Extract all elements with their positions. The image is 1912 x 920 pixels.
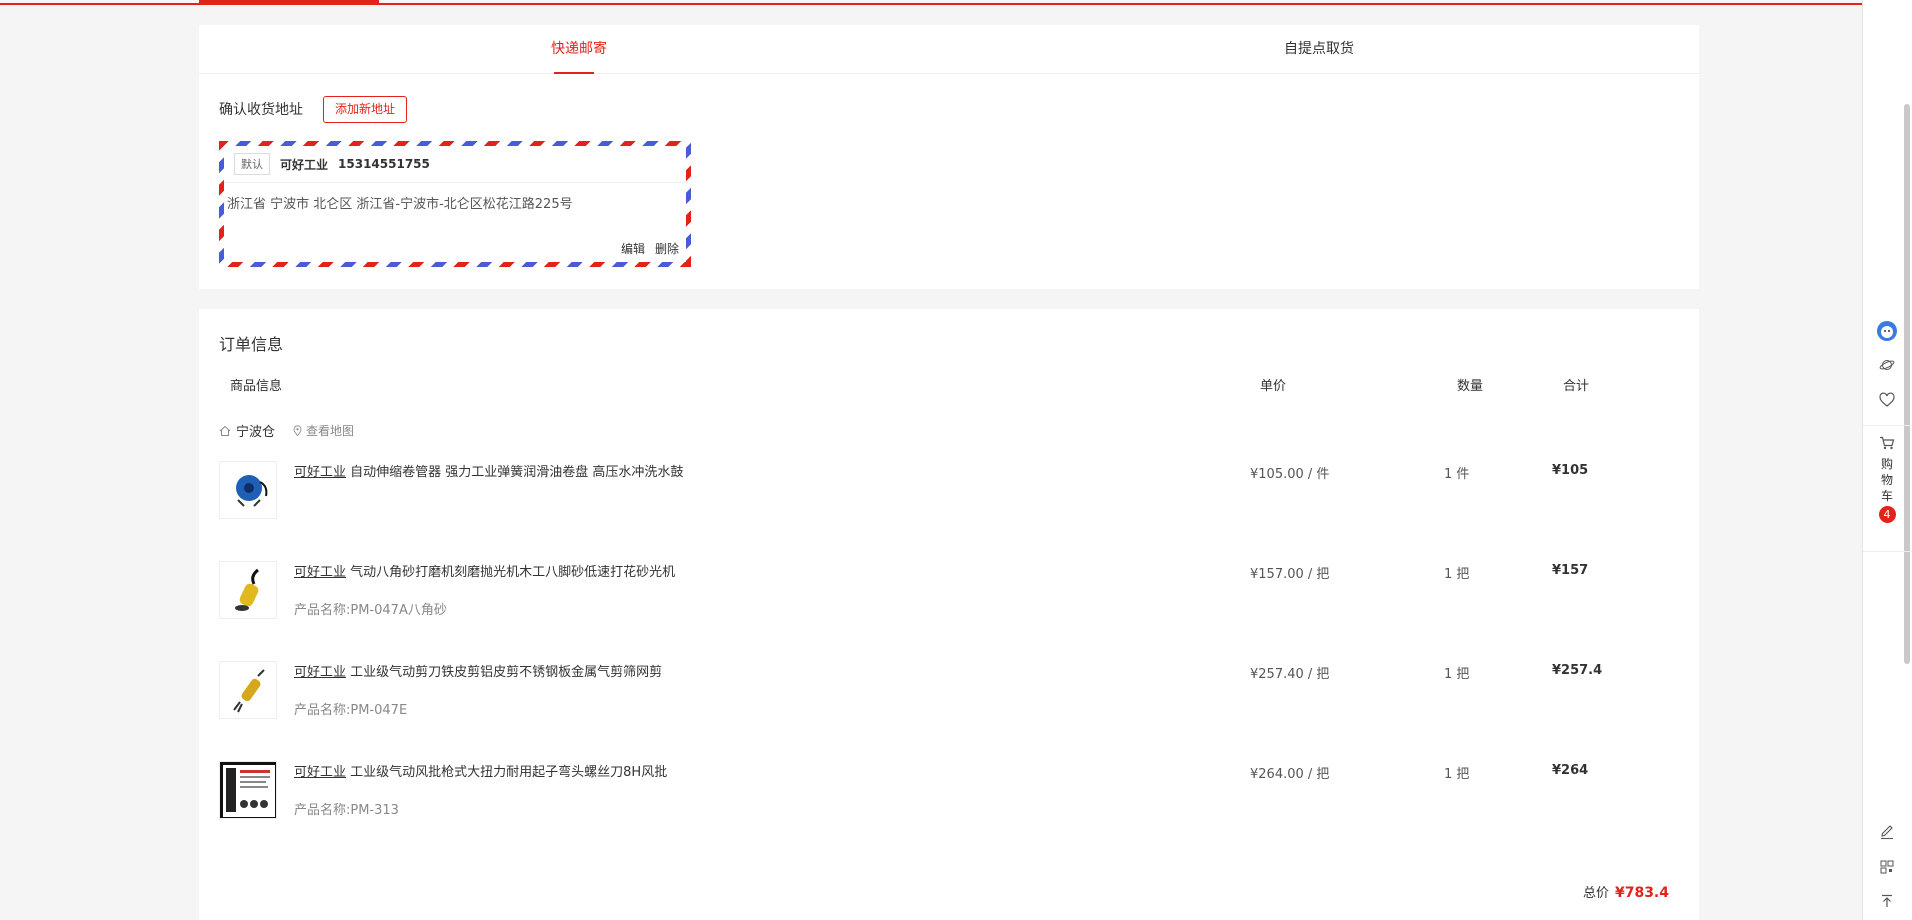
column-price: 单价	[1260, 379, 1287, 394]
item-qty: 1 把	[1444, 567, 1470, 582]
item-price: ¥157.00 / 把	[1250, 567, 1330, 582]
qrcode-icon[interactable]	[1876, 856, 1898, 878]
address-card-inner: 默认 可好工业 15314551755 浙江省 宁波市 北仑区 浙江省-宁波市-…	[224, 146, 686, 262]
edit-icon[interactable]	[1876, 821, 1898, 843]
tab-pickup-label: 自提点取货	[1284, 41, 1354, 57]
total-label: 总价	[1582, 886, 1609, 901]
item-price: ¥257.40 / 把	[1250, 667, 1330, 682]
item-name[interactable]: 可好工业 工业级气动风批枪式大扭力耐用起子弯头螺丝刀8H风批	[294, 761, 667, 780]
order-item: 可好工业 气动八角砂打磨机刻磨抛光机木工八脚砂低速打花砂光机 产品名称:PM-0…	[219, 561, 1679, 641]
item-subtitle: 产品名称:PM-047E	[294, 703, 408, 718]
view-map-label: 查看地图	[306, 424, 355, 438]
item-total: ¥257.4	[1552, 663, 1603, 678]
item-qty: 1 把	[1444, 667, 1470, 682]
cart-label: 购物车	[1880, 457, 1893, 503]
add-address-button[interactable]: 添加新地址	[323, 95, 408, 123]
order-item: 可好工业 自动伸缩卷管器 强力工业弹簧润滑油卷盘 高压水冲洗水鼓 ¥105.00…	[219, 461, 1679, 541]
item-price: ¥105.00 / 件	[1250, 467, 1330, 482]
heart-icon[interactable]	[1876, 389, 1898, 411]
item-brand: 可好工业	[294, 465, 347, 480]
order-item: 可好工业 工业级气动剪刀铁皮剪铝皮剪不锈钢板金属气剪筛网剪 产品名称:PM-04…	[219, 661, 1679, 741]
home-icon	[219, 425, 231, 437]
item-title: 工业级气动风批枪式大扭力耐用起子弯头螺丝刀8H风批	[346, 765, 668, 780]
item-title: 自动伸缩卷管器 强力工业弹簧润滑油卷盘 高压水冲洗水鼓	[346, 465, 684, 480]
warehouse-row: 宁波仓 查看地图	[219, 421, 354, 440]
address-phone: 15314551755	[338, 157, 430, 171]
item-name[interactable]: 可好工业 气动八角砂打磨机刻磨抛光机木工八脚砂低速打花砂光机	[294, 561, 675, 580]
order-title: 订单信息	[219, 335, 284, 354]
item-name[interactable]: 可好工业 自动伸缩卷管器 强力工业弹簧润滑油卷盘 高压水冲洗水鼓	[294, 461, 683, 480]
planet-icon[interactable]	[1876, 354, 1898, 376]
item-qty: 1 件	[1444, 467, 1470, 482]
column-total: 合计	[1563, 379, 1590, 394]
total-value: ¥783.4	[1614, 885, 1669, 901]
item-subtitle: 产品名称:PM-047A八角砂	[294, 603, 447, 618]
order-card: 订单信息 商品信息 单价 数量 合计 宁波仓 查看地图 可好工业 自动伸缩卷管器…	[199, 309, 1699, 920]
warehouse-name: 宁波仓	[236, 425, 276, 440]
address-actions: 编辑 删除	[621, 240, 679, 257]
column-product: 商品信息	[230, 379, 283, 394]
map-pin-icon	[293, 425, 302, 436]
item-total: ¥264	[1552, 763, 1589, 778]
address-header: 确认收货地址 添加新地址	[219, 95, 408, 123]
column-qty: 数量	[1457, 379, 1484, 394]
item-title: 气动八角砂打磨机刻磨抛光机木工八脚砂低速打花砂光机	[346, 565, 676, 580]
item-total: ¥105	[1552, 463, 1589, 478]
sidebar-divider	[1863, 551, 1912, 552]
screwdriver-kit-icon[interactable]	[219, 761, 277, 819]
sidebar-cart[interactable]: 购物车 4	[1875, 435, 1899, 523]
order-total: 总价 ¥783.4	[1583, 882, 1669, 901]
delete-address-link[interactable]: 删除	[655, 240, 679, 257]
air-shear-icon[interactable]	[219, 661, 277, 719]
item-name[interactable]: 可好工业 工业级气动剪刀铁皮剪铝皮剪不锈钢板金属气剪筛网剪	[294, 661, 662, 680]
address-detail: 浙江省 宁波市 北仑区 浙江省-宁波市-北仑区松花江路225号	[227, 197, 573, 212]
hose-reel-icon[interactable]	[219, 461, 277, 519]
edit-address-link[interactable]: 编辑	[621, 240, 645, 257]
cart-icon	[1880, 436, 1895, 450]
item-brand: 可好工业	[294, 765, 347, 780]
scrollbar-thumb[interactable]	[1904, 104, 1910, 664]
view-map-link[interactable]: 查看地图	[293, 422, 354, 439]
air-sander-icon[interactable]	[219, 561, 277, 619]
item-total: ¥157	[1552, 563, 1589, 578]
address-card-header: 默认 可好工业 15314551755	[224, 146, 686, 183]
item-qty: 1 把	[1444, 767, 1470, 782]
tab-pickup[interactable]: 自提点取货	[1239, 25, 1399, 74]
tab-active-underline	[554, 72, 594, 74]
address-label: 确认收货地址	[219, 102, 303, 118]
avatar-icon[interactable]	[1876, 320, 1898, 342]
item-brand: 可好工业	[294, 565, 347, 580]
sidebar-divider	[1863, 425, 1912, 426]
top-accent-active	[199, 0, 379, 4]
address-name: 可好工业	[280, 157, 329, 172]
item-subtitle: 产品名称:PM-313	[294, 803, 399, 818]
tab-express-label: 快递邮寄	[551, 41, 607, 57]
shipping-card: 快递邮寄 自提点取货 确认收货地址 添加新地址 默认 可好工业 15314551…	[199, 25, 1699, 289]
item-brand: 可好工业	[294, 665, 347, 680]
default-badge: 默认	[234, 153, 270, 175]
order-item: 可好工业 工业级气动风批枪式大扭力耐用起子弯头螺丝刀8H风批 产品名称:PM-3…	[219, 761, 1679, 841]
back-to-top-icon[interactable]	[1876, 890, 1898, 912]
address-card[interactable]: 默认 可好工业 15314551755 浙江省 宁波市 北仑区 浙江省-宁波市-…	[219, 141, 691, 267]
shipping-tabs: 快递邮寄 自提点取货	[199, 25, 1699, 74]
tab-express[interactable]: 快递邮寄	[539, 25, 619, 74]
item-price: ¥264.00 / 把	[1250, 767, 1330, 782]
cart-count-badge: 4	[1878, 506, 1896, 523]
item-title: 工业级气动剪刀铁皮剪铝皮剪不锈钢板金属气剪筛网剪	[346, 665, 663, 680]
right-sidebar: 购物车 4	[1862, 0, 1912, 920]
